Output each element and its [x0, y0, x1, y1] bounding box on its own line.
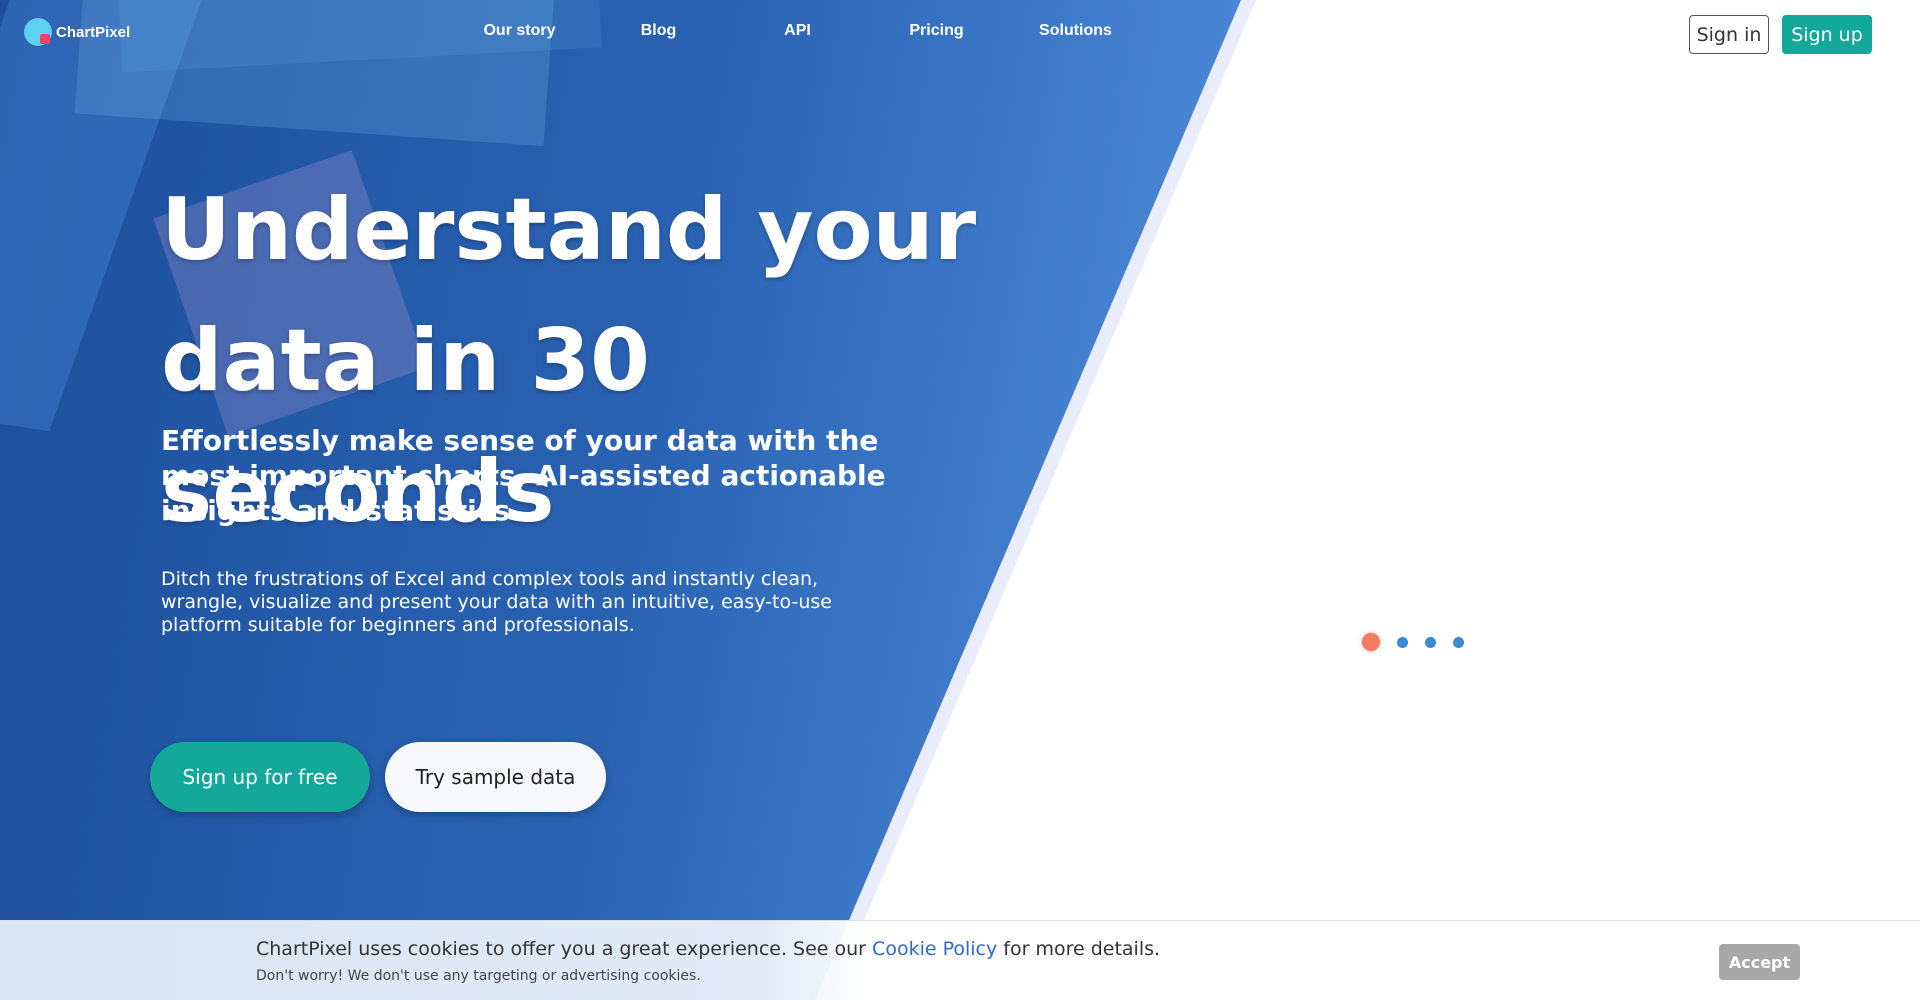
- nav-item-pricing[interactable]: Pricing: [867, 22, 1006, 40]
- loading-dot-4: [1453, 636, 1464, 648]
- chartpixel-logo-icon: [24, 18, 52, 46]
- cookie-subtext: Don't worry! We don't use any targeting …: [256, 968, 701, 984]
- main-nav: Our story Blog API Pricing Solutions: [450, 22, 1145, 40]
- nav-item-our-story[interactable]: Our story: [450, 22, 589, 40]
- hero-description: Ditch the frustrations of Excel and comp…: [161, 568, 832, 636]
- cookie-message: ChartPixel uses cookies to offer you a g…: [256, 938, 1160, 960]
- loading-indicator: [1362, 633, 1464, 651]
- hero-headline-line1: Understand your: [161, 180, 977, 280]
- nav-item-api[interactable]: API: [728, 22, 867, 40]
- sign-in-button[interactable]: Sign in: [1689, 15, 1769, 54]
- cookie-policy-link[interactable]: Cookie Policy: [872, 938, 997, 960]
- cookie-banner: ChartPixel uses cookies to offer you a g…: [0, 920, 1920, 1000]
- loading-dot-2: [1397, 636, 1408, 648]
- nav-item-blog[interactable]: Blog: [589, 22, 728, 40]
- cookie-text-before: ChartPixel uses cookies to offer you a g…: [256, 938, 866, 960]
- hero-subheadline: Effortlessly make sense of your data wit…: [161, 424, 886, 527]
- nav-item-solutions[interactable]: Solutions: [1006, 22, 1145, 40]
- landing-page: ChartPixel Our story Blog API Pricing So…: [0, 0, 1920, 1000]
- loading-dot-3: [1425, 636, 1436, 648]
- cookie-text-after: for more details.: [1003, 938, 1161, 960]
- sign-up-button[interactable]: Sign up: [1782, 15, 1872, 54]
- try-sample-data-button[interactable]: Try sample data: [385, 742, 606, 812]
- brand-name: ChartPixel: [56, 23, 131, 41]
- accept-cookies-button[interactable]: Accept: [1719, 944, 1800, 980]
- brand-logo[interactable]: ChartPixel: [24, 18, 130, 46]
- sign-up-free-button[interactable]: Sign up for free: [150, 742, 370, 812]
- loading-dot-1: [1362, 633, 1380, 651]
